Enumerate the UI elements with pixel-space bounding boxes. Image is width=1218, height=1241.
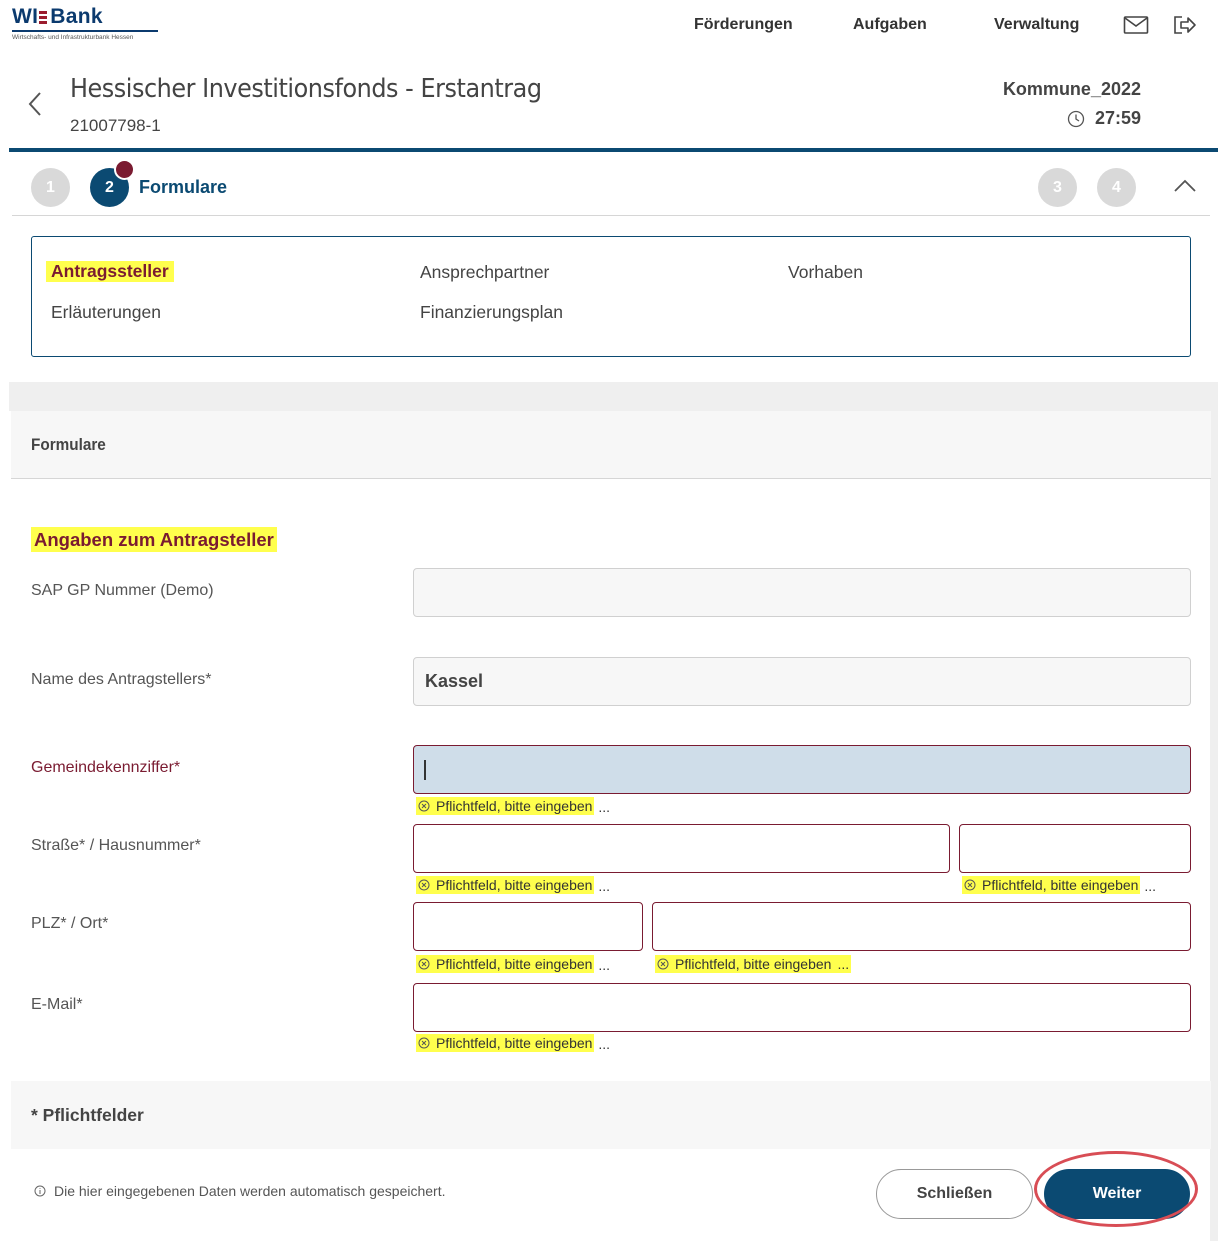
form-heading: Angaben zum Antragsteller — [31, 527, 277, 552]
panel-header — [11, 411, 1211, 479]
name-input[interactable] — [413, 657, 1191, 706]
section-erlaeuterungen[interactable]: Erläuterungen — [51, 302, 161, 323]
name-label: Name des Antragstellers* — [31, 671, 212, 688]
session-timer: 27:59 — [1067, 108, 1141, 129]
section-antragssteller[interactable]: Antragssteller — [46, 261, 174, 282]
nav-foerderungen[interactable]: Förderungen — [694, 16, 793, 34]
sap-input[interactable] — [413, 568, 1191, 617]
top-navigation: WI Bank Wirtschafts- und Infrastrukturba… — [0, 0, 1218, 50]
error-circle-icon — [418, 958, 430, 970]
hausnummer-error: Pflichtfeld, bitte eingeben ... — [962, 876, 1156, 894]
header-divider — [9, 148, 1218, 152]
error-circle-icon — [657, 958, 669, 970]
section-vorhaben[interactable]: Vorhaben — [788, 262, 863, 283]
step-2-status-dot — [114, 159, 135, 180]
strasse-label: Straße* / Hausnummer* — [31, 837, 201, 854]
plz-input[interactable] — [413, 902, 643, 951]
autosave-note: Die hier eingegebenen Daten werden autom… — [34, 1183, 445, 1199]
timer-value: 27:59 — [1094, 108, 1141, 128]
strasse-error: Pflichtfeld, bitte eingeben ... — [416, 876, 610, 894]
gkz-error: Pflichtfeld, bitte eingeben ... — [416, 797, 610, 815]
error-circle-icon — [964, 879, 976, 891]
plz-label: PLZ* / Ort* — [31, 915, 109, 932]
chevron-up-icon[interactable] — [1172, 178, 1198, 194]
user-name: Kommune_2022 — [1002, 79, 1141, 99]
info-icon — [34, 1185, 46, 1197]
email-error: Pflichtfeld, bitte eingeben ... — [416, 1034, 610, 1052]
required-note: * Pflichtfelder — [31, 1105, 144, 1125]
logo-wordmark-left: WI — [12, 5, 39, 28]
panel-title: Formulare — [31, 435, 106, 454]
panel-right-edge — [1210, 382, 1218, 1241]
ort-input[interactable] — [652, 902, 1191, 951]
page-title: Hessischer Investitionsfonds - Erstantra… — [70, 74, 542, 104]
logo-underline — [12, 30, 158, 32]
logout-icon[interactable] — [1172, 14, 1198, 36]
nav-verwaltung[interactable]: Verwaltung — [994, 16, 1079, 34]
stepper-divider — [12, 215, 1210, 216]
section-finanzierungsplan[interactable]: Finanzierungsplan — [420, 302, 563, 323]
section-ansprechpartner[interactable]: Ansprechpartner — [420, 262, 549, 283]
sap-label: SAP GP Nummer (Demo) — [31, 582, 214, 599]
text-caret — [424, 760, 426, 780]
ort-error: Pflichtfeld, bitte eingeben ... — [655, 955, 852, 973]
application-id: 21007798-1 — [70, 116, 161, 135]
strasse-input[interactable] — [413, 824, 950, 873]
plz-error: Pflichtfeld, bitte eingeben ... — [416, 955, 610, 973]
panel-top-band — [9, 382, 1218, 411]
logo-bars-icon — [39, 10, 48, 24]
error-circle-icon — [418, 879, 430, 891]
nav-aufgaben[interactable]: Aufgaben — [853, 16, 927, 34]
step-3[interactable]: 3 — [1038, 168, 1077, 207]
hausnummer-input[interactable] — [959, 824, 1191, 873]
clock-icon — [1067, 110, 1085, 127]
step-1[interactable]: 1 — [31, 168, 70, 207]
email-label: E-Mail* — [31, 996, 83, 1013]
logo-wordmark-right: Bank — [50, 5, 103, 28]
email-input[interactable] — [413, 983, 1191, 1032]
gkz-input[interactable] — [413, 745, 1191, 794]
step-4[interactable]: 4 — [1097, 168, 1136, 207]
form-sections-nav — [31, 236, 1191, 357]
autosave-note-text: Die hier eingegebenen Daten werden autom… — [54, 1183, 446, 1199]
close-button[interactable]: Schließen — [876, 1169, 1033, 1219]
required-note-band — [11, 1081, 1211, 1149]
step-2-label: Formulare — [139, 177, 228, 197]
error-circle-icon — [418, 1037, 430, 1049]
wibank-logo[interactable]: WI Bank Wirtschafts- und Infrastrukturba… — [12, 6, 162, 46]
next-button[interactable]: Weiter — [1044, 1169, 1190, 1219]
mail-icon[interactable] — [1123, 14, 1149, 36]
back-chevron-icon[interactable] — [26, 90, 44, 118]
error-circle-icon — [418, 800, 430, 812]
logo-subtitle: Wirtschafts- und Infrastrukturbank Hesse… — [12, 34, 134, 41]
gkz-label: Gemeindekennziffer* — [31, 759, 181, 776]
